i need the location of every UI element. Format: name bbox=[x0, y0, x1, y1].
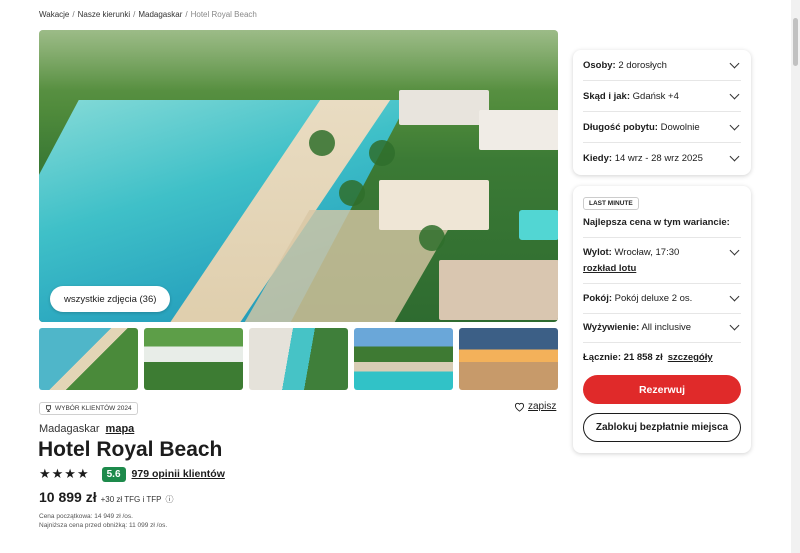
departure-selector[interactable]: Skąd i jak: Gdańsk +4 bbox=[583, 81, 741, 112]
room-value: Pokój deluxe 2 os. bbox=[614, 293, 693, 304]
breadcrumb-separator: / bbox=[72, 10, 75, 19]
photo-tree bbox=[419, 225, 445, 251]
photo-tree bbox=[369, 140, 395, 166]
book-button[interactable]: Rezerwuj bbox=[583, 375, 741, 404]
board-label: Wyżywienie: bbox=[583, 321, 640, 333]
persons-value: 2 dorosłych bbox=[618, 59, 667, 71]
start-price-note: Cena początkowa: 14 949 zł /os. bbox=[39, 513, 133, 520]
photo-building bbox=[379, 180, 489, 230]
last-minute-badge: LAST MINUTE bbox=[583, 197, 639, 210]
dates-value: 14 wrz - 28 wrz 2025 bbox=[614, 153, 703, 164]
offer-card: LAST MINUTE Najlepsza cena w tym warianc… bbox=[573, 186, 751, 453]
duration-label: Długość pobytu: bbox=[583, 121, 658, 133]
duration-selector[interactable]: Długość pobytu: Dowolnie bbox=[583, 112, 741, 143]
chevron-down-icon bbox=[729, 320, 740, 330]
photo-haze bbox=[39, 30, 558, 90]
save-button[interactable]: zapisz bbox=[514, 401, 556, 412]
thumbnail[interactable] bbox=[459, 328, 558, 390]
chevron-down-icon bbox=[729, 58, 740, 68]
flight-label: Wylot: bbox=[583, 247, 612, 258]
photo-pool bbox=[519, 210, 558, 240]
save-label: zapisz bbox=[528, 401, 557, 412]
duration-value: Dowolnie bbox=[660, 121, 700, 133]
persons-label: Osoby: bbox=[583, 59, 616, 71]
room-label: Pokój: bbox=[583, 293, 613, 304]
breadcrumb-separator: / bbox=[185, 10, 188, 19]
heart-icon bbox=[514, 402, 525, 412]
rating-row: ★★★★ 5.6 979 opinii klientów bbox=[39, 466, 225, 482]
price-amount: 10 899 zł bbox=[39, 489, 97, 505]
board-value: All inclusive bbox=[641, 321, 692, 333]
photo-tree bbox=[309, 130, 335, 156]
thumbnail-strip bbox=[39, 328, 558, 390]
breadcrumb-item[interactable]: Madagaskar bbox=[138, 10, 182, 19]
board-selector[interactable]: Wyżywienie: All inclusive bbox=[583, 312, 741, 343]
thumbnail[interactable] bbox=[249, 328, 348, 390]
scrollbar-thumb[interactable] bbox=[793, 18, 798, 66]
thumbnail[interactable] bbox=[354, 328, 453, 390]
persons-selector[interactable]: Osoby: 2 dorosłych bbox=[583, 50, 741, 81]
review-score-badge: 5.6 bbox=[101, 466, 126, 482]
departure-label: Skąd i jak: bbox=[583, 90, 630, 102]
flight-schedule-link[interactable]: rozkład lotu bbox=[583, 263, 636, 274]
price-row: 10 899 zł +30 zł TFG i TFP ⓘ bbox=[39, 489, 173, 505]
reviews-link[interactable]: 979 opinii klientów bbox=[132, 468, 225, 480]
breadcrumb: Wakacje / Nasze kierunki / Madagaskar / Hotel … bbox=[39, 10, 257, 19]
details-link[interactable]: szczegóły bbox=[668, 352, 713, 363]
page-scrollbar[interactable] bbox=[791, 0, 800, 553]
thumbnail[interactable] bbox=[39, 328, 138, 390]
total-label: Łącznie: bbox=[583, 352, 622, 363]
star-rating: ★★★★ bbox=[39, 466, 90, 481]
clients-choice-label: WYBÓR KLIENTÓW 2024 bbox=[55, 405, 132, 412]
photo-tree bbox=[339, 180, 365, 206]
chevron-down-icon bbox=[729, 89, 740, 99]
chevron-down-icon bbox=[729, 120, 740, 130]
country-label: Madagaskar bbox=[39, 423, 100, 435]
breadcrumb-current: Hotel Royal Beach bbox=[190, 10, 257, 19]
info-icon[interactable]: ⓘ bbox=[165, 494, 173, 505]
departure-value: Gdańsk +4 bbox=[632, 90, 679, 102]
chevron-down-icon bbox=[729, 151, 740, 162]
main-photo[interactable] bbox=[39, 30, 558, 322]
flight-value: Wrocław, 17:30 bbox=[614, 247, 680, 258]
chevron-down-icon bbox=[729, 245, 740, 256]
chevron-down-icon bbox=[729, 291, 740, 302]
hold-seats-button[interactable]: Zablokuj bezpłatnie miejsca bbox=[583, 413, 741, 442]
dates-label: Kiedy: bbox=[583, 153, 613, 164]
trophy-icon bbox=[45, 405, 52, 412]
total-price: Łącznie: 21 858 zł szczegóły bbox=[583, 352, 713, 363]
lowest-price-note: Najniższa cena przed obniżką: 11 099 zł … bbox=[39, 522, 168, 529]
breadcrumb-item[interactable]: Nasze kierunki bbox=[78, 10, 130, 19]
price-extra-fees: +30 zł TFG i TFP bbox=[100, 495, 162, 504]
photo-building bbox=[399, 90, 489, 125]
clients-choice-badge: WYBÓR KLIENTÓW 2024 bbox=[39, 402, 138, 415]
all-photos-button[interactable]: wszystkie zdjęcia (36) bbox=[50, 286, 171, 312]
search-parameters-card: Osoby: 2 dorosłych Skąd i jak: Gdańsk +4… bbox=[573, 50, 751, 175]
breadcrumb-separator: / bbox=[133, 10, 136, 19]
total-value: 21 858 zł bbox=[623, 352, 663, 363]
hotel-name: Hotel Royal Beach bbox=[38, 438, 223, 461]
hotel-location: Madagaskar mapa bbox=[39, 423, 134, 435]
room-selector[interactable]: Pokój: Pokój deluxe 2 os. bbox=[583, 283, 741, 314]
map-link[interactable]: mapa bbox=[106, 423, 135, 435]
dates-selector[interactable]: Kiedy: 14 wrz - 28 wrz 2025 bbox=[583, 143, 741, 174]
photo-building bbox=[479, 110, 558, 150]
best-price-heading: Najlepsza cena w tym wariancie: bbox=[583, 217, 730, 228]
photo-building bbox=[439, 260, 558, 320]
thumbnail[interactable] bbox=[144, 328, 243, 390]
breadcrumb-item[interactable]: Wakacje bbox=[39, 10, 69, 19]
